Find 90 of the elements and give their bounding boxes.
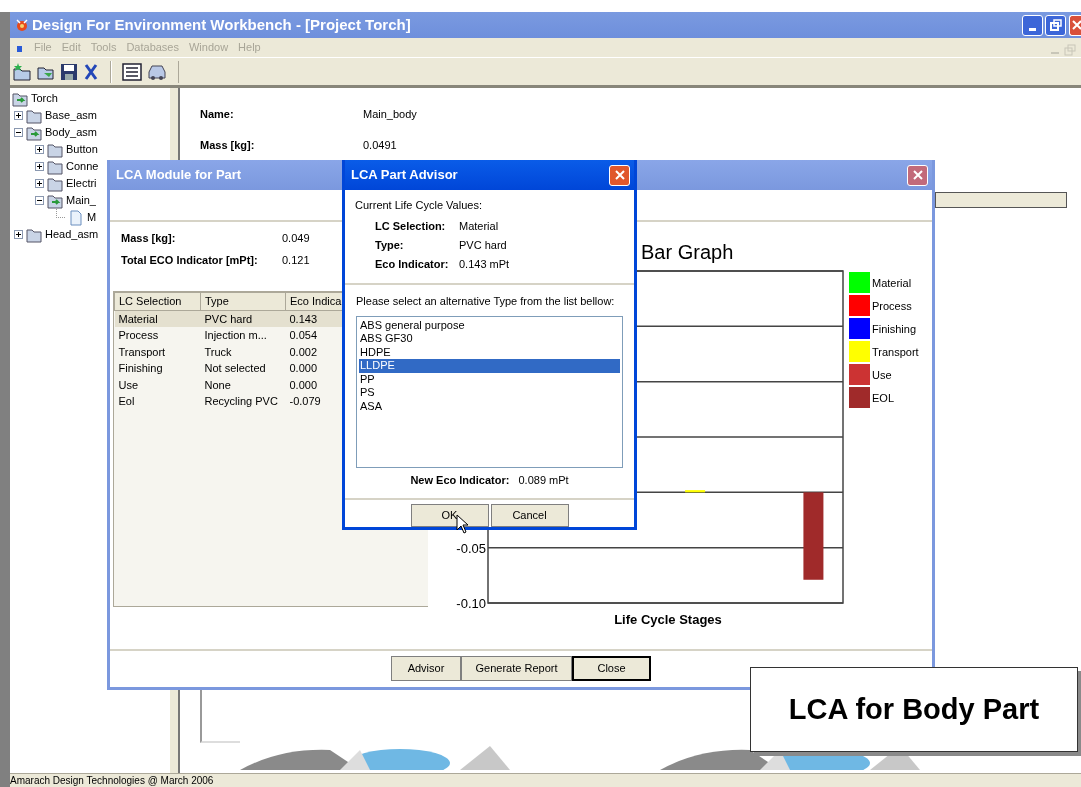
field-value: Material bbox=[459, 218, 499, 234]
close-icon bbox=[1070, 19, 1081, 31]
field-label: Mass [kg]: bbox=[121, 231, 177, 246]
folder-icon bbox=[47, 158, 63, 175]
tree-item[interactable]: M bbox=[87, 209, 97, 226]
app-icon bbox=[14, 17, 30, 33]
collapse-icon[interactable] bbox=[14, 128, 23, 137]
expand-icon[interactable] bbox=[35, 145, 44, 154]
minimize-button[interactable] bbox=[1021, 14, 1043, 36]
list-item[interactable]: LLDPE bbox=[359, 359, 620, 373]
field-value: 0.049 bbox=[282, 231, 310, 246]
dialog-button[interactable]: OK bbox=[410, 504, 489, 527]
list-item[interactable]: ASA bbox=[359, 399, 620, 413]
tree-item[interactable]: Base_asm bbox=[45, 107, 97, 124]
field-label: Total ECO Indicator [mPt]: bbox=[121, 253, 259, 268]
column-header[interactable]: Eco Indica bbox=[285, 292, 345, 310]
dialog-button[interactable]: Advisor bbox=[391, 656, 461, 681]
close-icon bbox=[911, 169, 924, 181]
field-label: Eco Indicator: bbox=[375, 256, 450, 272]
folder-arrow-icon bbox=[26, 124, 42, 141]
bar bbox=[685, 490, 706, 493]
new-folder-icon[interactable] bbox=[12, 61, 32, 82]
legend-label: Material bbox=[872, 277, 912, 289]
field-label: Type: bbox=[375, 237, 405, 253]
expand-icon[interactable] bbox=[35, 179, 44, 188]
window-title: Design For Environment Workbench - [Project Torch] bbox=[32, 14, 411, 35]
folder-icon bbox=[26, 226, 42, 243]
folder-icon bbox=[47, 175, 63, 192]
close-icon bbox=[613, 169, 626, 181]
folder-icon bbox=[47, 141, 63, 158]
field-label: Mass [kg]: bbox=[200, 138, 256, 153]
legend-label: Process bbox=[872, 300, 912, 312]
folder-icon bbox=[26, 107, 42, 124]
list-item[interactable]: ABS GF30 bbox=[359, 332, 620, 346]
axis-tick-label: -0.10 bbox=[456, 596, 486, 611]
field-value: 0.0491 bbox=[363, 138, 397, 153]
prompt-text: Please select an alternative Type from the list bellow: bbox=[356, 294, 616, 309]
legend-label: Transport bbox=[872, 346, 919, 358]
list-item[interactable]: HDPE bbox=[359, 345, 620, 359]
field-label: Name: bbox=[200, 107, 235, 122]
list-item[interactable]: PS bbox=[359, 386, 620, 400]
field-value: 0.143 mPt bbox=[459, 256, 510, 272]
table-cell: Injection m... bbox=[200, 327, 286, 344]
dialog-title: LCA Module for Part bbox=[116, 166, 242, 185]
folder-arrow-icon bbox=[12, 90, 28, 107]
chart-title: Bar Graph bbox=[641, 241, 734, 263]
car-icon[interactable] bbox=[146, 62, 168, 81]
tree-item[interactable]: Body_asm bbox=[45, 124, 97, 141]
delete-icon[interactable] bbox=[82, 62, 100, 81]
tree-item[interactable]: Torch bbox=[31, 90, 58, 107]
field-label: LC Selection: bbox=[375, 218, 447, 234]
minimize-icon bbox=[1028, 28, 1036, 31]
dialog-button[interactable]: Cancel bbox=[490, 504, 569, 527]
close-button[interactable] bbox=[609, 164, 630, 186]
expand-icon[interactable] bbox=[14, 230, 23, 239]
expand-icon[interactable] bbox=[14, 111, 23, 120]
result-label: New Eco Indicator: bbox=[410, 473, 510, 486]
dialog-button[interactable]: Close bbox=[572, 656, 651, 681]
list-icon[interactable] bbox=[122, 62, 142, 81]
tree-item[interactable]: Conne bbox=[66, 158, 99, 175]
list-item[interactable]: ABS general purpose bbox=[359, 318, 620, 332]
list-item[interactable]: PP bbox=[359, 372, 620, 386]
close-button[interactable] bbox=[1069, 14, 1081, 36]
type-list[interactable]: ABS general purpose ABS GF30 HDPE LLDPE PP PS ASA bbox=[356, 315, 623, 468]
legend-label: EOL bbox=[872, 392, 894, 404]
dialog-title: LCA Part Advisor bbox=[351, 166, 458, 185]
column-header[interactable]: LC Selection bbox=[114, 292, 201, 310]
axis-title: Life Cycle Stages bbox=[614, 612, 722, 627]
legend-label: Finishing bbox=[872, 323, 917, 335]
status-text: Amarach Design Technologies @ March 2006 bbox=[10, 775, 214, 786]
dialog-button[interactable]: Generate Report bbox=[461, 656, 572, 681]
restore-button[interactable] bbox=[1045, 14, 1067, 36]
result-value: 0.089 mPt bbox=[518, 473, 569, 486]
tree-item[interactable]: Main_ bbox=[66, 192, 96, 209]
expand-icon[interactable] bbox=[35, 162, 44, 171]
tree-item[interactable]: Button bbox=[66, 141, 98, 158]
axis-tick-label: -0.05 bbox=[456, 540, 486, 556]
tree-item[interactable]: Electri bbox=[66, 175, 97, 192]
legend-label: Use bbox=[872, 369, 892, 381]
column-header[interactable]: Type bbox=[200, 292, 286, 310]
field-value: Main_body bbox=[363, 107, 417, 122]
close-button[interactable] bbox=[907, 164, 928, 186]
folder-arrow-icon bbox=[47, 192, 63, 209]
collapse-icon[interactable] bbox=[35, 196, 44, 205]
restore-icon bbox=[1049, 19, 1062, 31]
field-value: 0.121 bbox=[282, 253, 310, 268]
save-icon[interactable] bbox=[60, 62, 78, 81]
section-heading: Current Life Cycle Values: bbox=[355, 198, 483, 213]
field-value: PVC hard bbox=[459, 237, 507, 253]
tree-item[interactable]: Head_asm bbox=[45, 226, 99, 243]
